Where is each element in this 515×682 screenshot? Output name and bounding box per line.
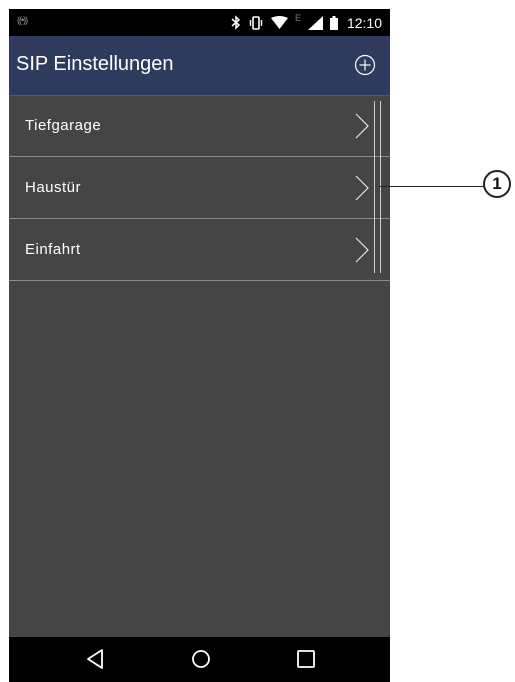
back-button[interactable] <box>85 648 105 675</box>
back-icon <box>87 649 103 669</box>
hotspot-status-icon: ((•)) <box>17 15 28 25</box>
home-icon <box>192 650 210 668</box>
list-item-label: Einfahrt <box>25 241 81 258</box>
recents-button[interactable] <box>296 648 316 675</box>
list-item-haustuer[interactable]: Haustür <box>9 157 390 219</box>
recents-icon <box>297 650 315 668</box>
callout-number: 1 <box>483 170 511 198</box>
add-button[interactable] <box>354 54 376 76</box>
home-button[interactable] <box>190 648 212 675</box>
list-item-tiefgarage[interactable]: Tiefgarage <box>9 95 390 157</box>
bluetooth-icon <box>231 15 241 30</box>
chevron-right-icon <box>355 175 369 201</box>
phone-screen: ((•)) E 12:10 SIP Einstellungen Tiefgara… <box>9 9 390 682</box>
callout-line <box>380 186 486 187</box>
sip-settings-list: Tiefgarage Haustür Einfahrt <box>9 95 390 281</box>
scrollbar[interactable] <box>374 101 381 273</box>
status-icons: E 12:10 <box>231 9 382 36</box>
status-bar: ((•)) E 12:10 <box>9 9 390 36</box>
battery-icon <box>329 15 338 30</box>
plus-circle-icon <box>354 54 376 76</box>
status-time: 12:10 <box>346 14 382 31</box>
network-type-label: E <box>294 13 301 23</box>
app-bar: SIP Einstellungen <box>9 36 390 96</box>
signal-icon <box>307 15 323 30</box>
list-item-label: Haustür <box>25 179 82 196</box>
list-item-label: Tiefgarage <box>25 117 102 134</box>
list-item-einfahrt[interactable]: Einfahrt <box>9 219 390 281</box>
navigation-bar <box>9 637 390 682</box>
vibrate-icon <box>248 15 264 30</box>
wifi-icon <box>270 16 288 29</box>
chevron-right-icon <box>355 237 369 263</box>
chevron-right-icon <box>355 113 369 139</box>
page-title: SIP Einstellungen <box>16 53 174 75</box>
